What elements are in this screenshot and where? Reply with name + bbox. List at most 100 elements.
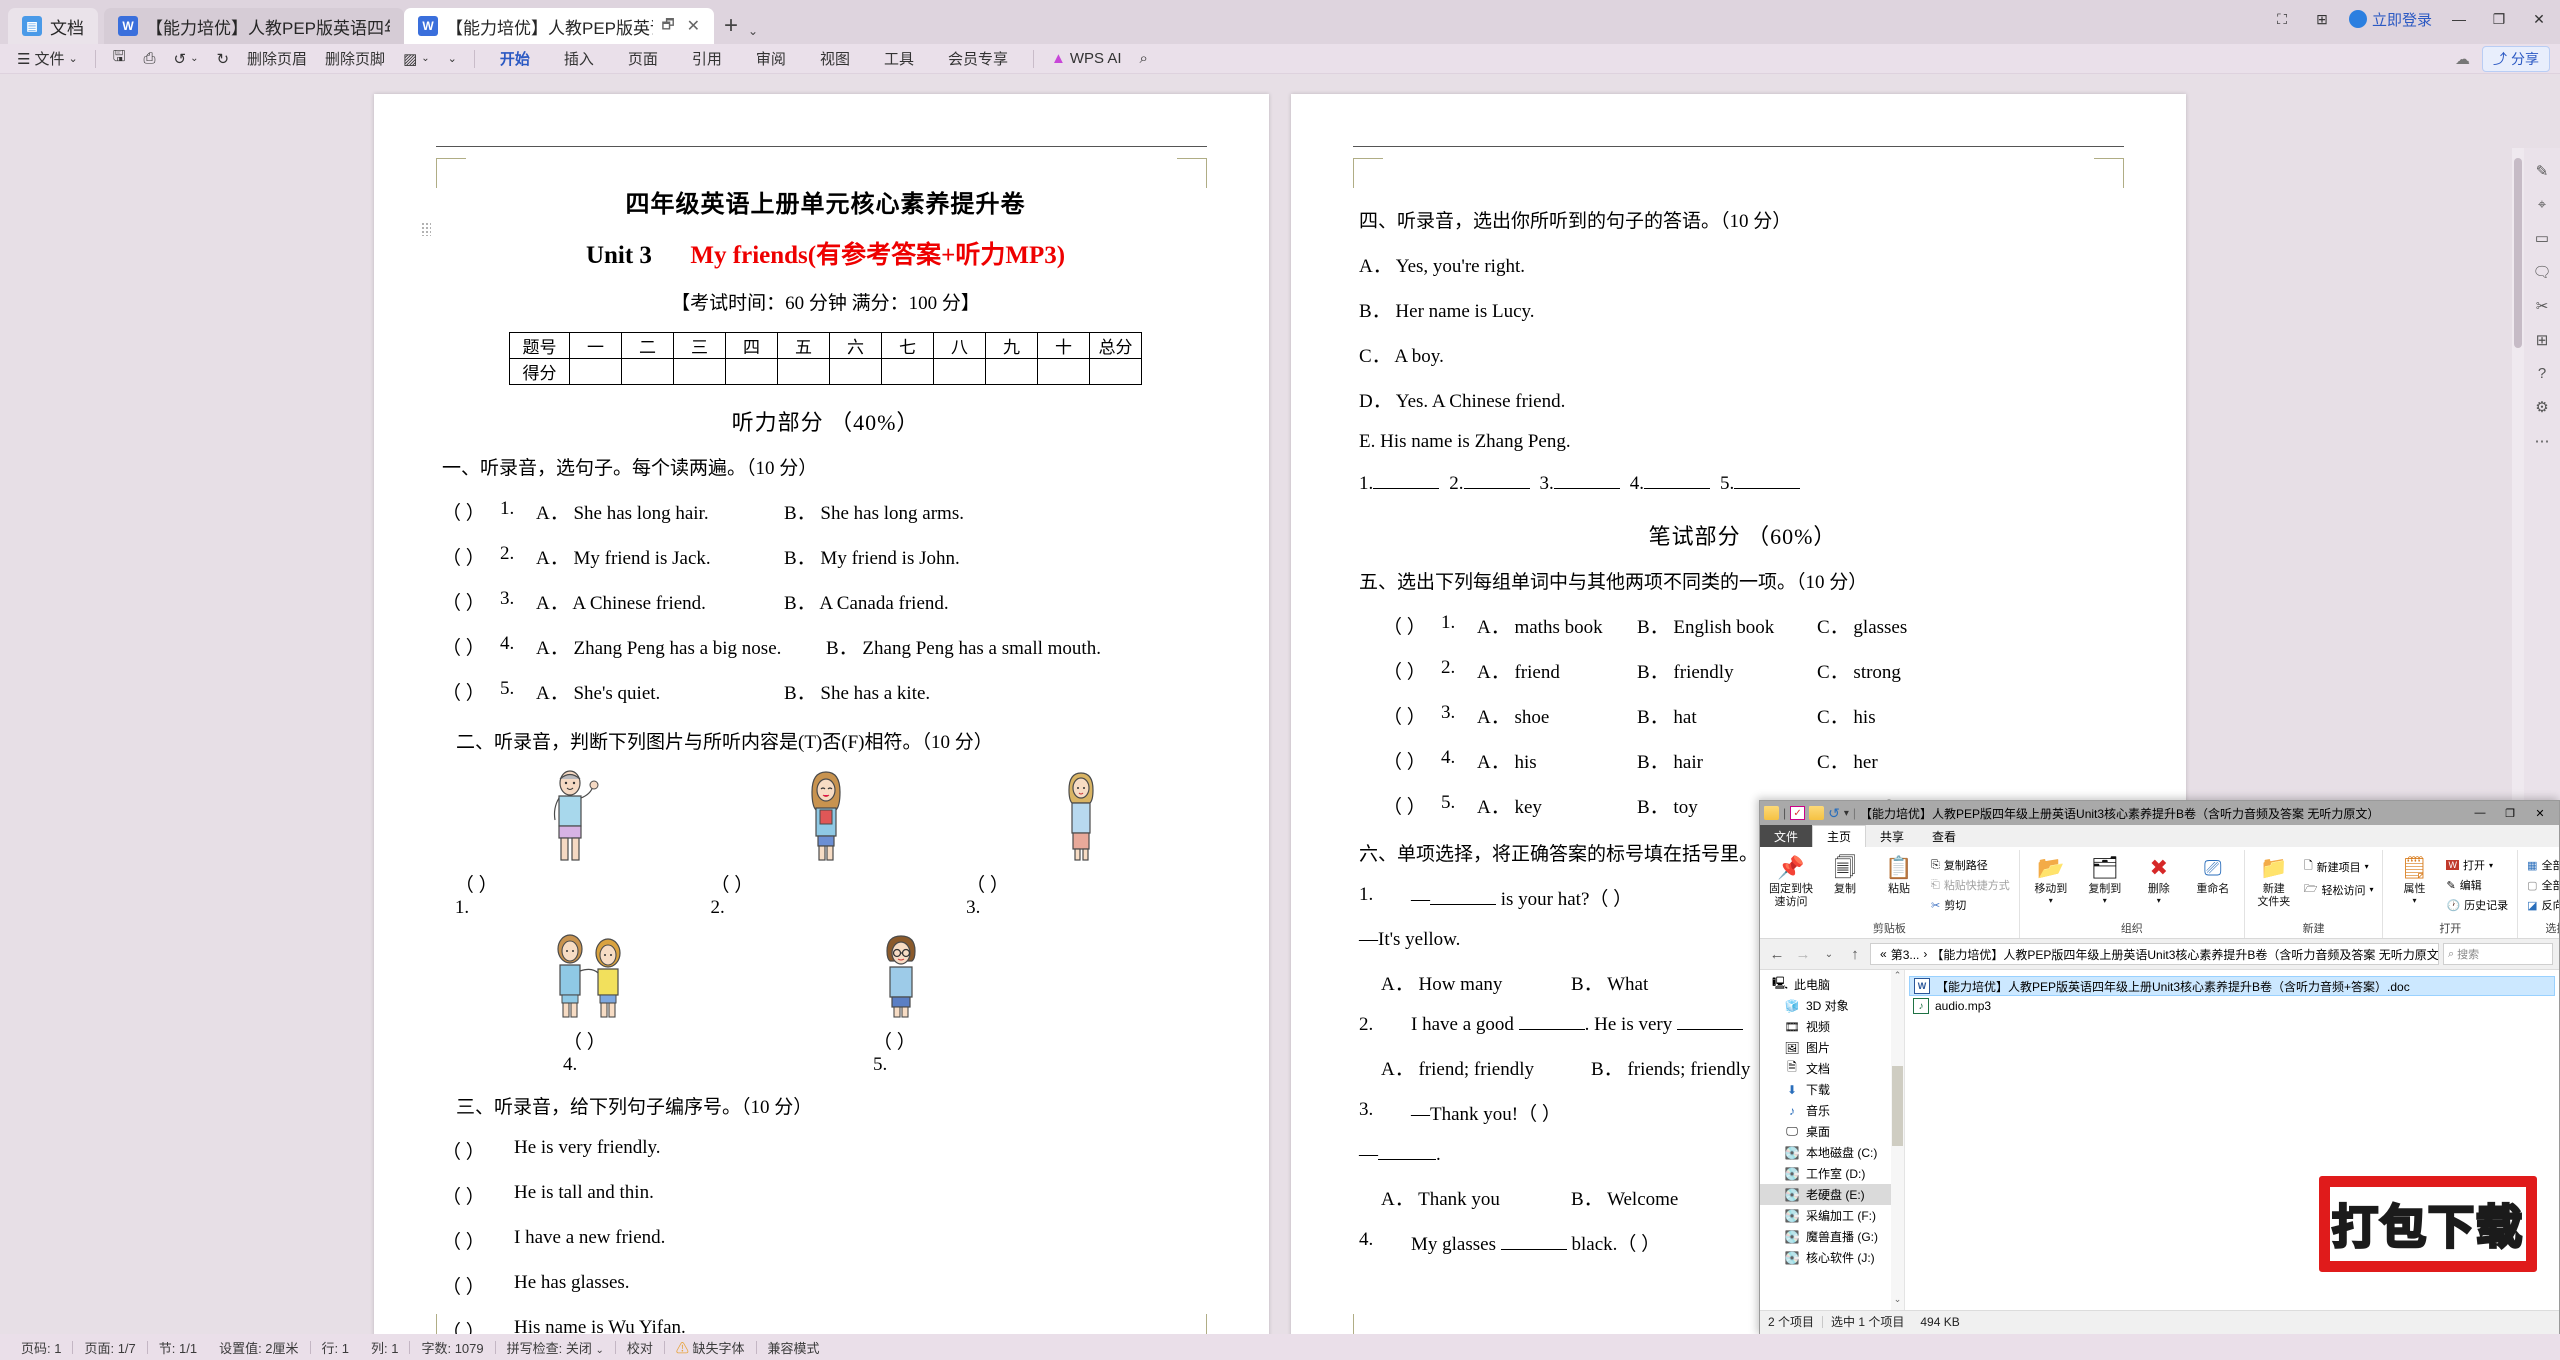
document-page-1[interactable]: 四年级英语上册单元核心素养提升卷 Unit 3 My friends(有参考答案… [374,94,1269,1334]
scissors-icon[interactable]: ✂ [2536,297,2549,315]
scrollbar-thumb[interactable] [2514,158,2522,348]
spell-check-toggle[interactable]: 拼写检查: 关闭 ⌄ [496,1338,615,1357]
save-button[interactable]: 🖫 [106,44,133,73]
nav-item-3d-objects[interactable]: 🧊 3D 对象 [1760,995,1904,1016]
tab-reference[interactable]: 引用 [677,45,737,72]
delete-footer-button[interactable]: 删除页脚 [318,46,392,71]
nav-item-drive-f[interactable]: 💽 采编加工 (F:) [1760,1205,1904,1226]
help-icon[interactable]: ? [2538,365,2546,382]
undo-button[interactable]: ↺ ⌄ [166,48,205,70]
blank-line[interactable] [1644,488,1710,489]
tab-share[interactable]: 共享 [1866,825,1918,847]
tab-view[interactable]: 查看 [1918,825,1970,847]
print-button[interactable]: ⎙ [136,48,162,69]
tab-doc-2[interactable]: W 【能力培优】人教PEP版英语四 🗗 ✕ [404,8,714,44]
settings-icon[interactable]: ⚙ [2535,398,2548,416]
copy-to-button[interactable]: 🗂 复制到 ▾ [2079,853,2131,907]
chevron-down-icon[interactable]: ▾ [1844,808,1849,819]
shapes-icon[interactable]: ▭ [2535,229,2549,247]
nav-item-downloads[interactable]: ⬇ 下载 [1760,1079,1904,1100]
invert-selection-button[interactable]: ◪反向选择 [2523,895,2559,915]
new-tab-button[interactable]: + [714,12,748,44]
more-icon[interactable]: ⋯ [2535,432,2550,450]
recent-locations-button[interactable]: ⌄ [1818,949,1840,960]
missing-font-warning[interactable]: ⚠ 缺失字体 [665,1338,756,1357]
nav-item-drive-j[interactable]: 💽 核心软件 (J:) [1760,1247,1904,1268]
blank-line[interactable] [1553,488,1620,489]
more-quick-button[interactable]: ⌄ [441,50,464,67]
blank-line[interactable] [1430,904,1496,905]
select-all-button[interactable]: ▦全部选择 [2523,855,2559,875]
tab-page[interactable]: 页面 [613,45,673,72]
new-folder-icon[interactable] [1809,806,1825,820]
up-button[interactable]: ↑ [1844,946,1866,963]
search-input[interactable]: ⌕ 搜索 [2443,943,2553,965]
proofread-button[interactable]: 校对 [616,1338,664,1357]
nav-item-desktop[interactable]: 🖵 桌面 [1760,1121,1904,1142]
select-none-button[interactable]: ▢全部取消 [2523,875,2559,895]
cloud-icon[interactable]: ☁ [2455,50,2470,68]
nav-item-drive-g[interactable]: 💽 魔兽直播 (G:) [1760,1226,1904,1247]
scrollbar-thumb[interactable] [1892,1066,1903,1146]
file-explorer-window[interactable]: | ✓ ↺ ▾ | 【能力培优】人教PEP版四年级上册英语Unit3核心素养提升… [1759,800,2560,1336]
file-menu-button[interactable]: ☰ 文件 ⌄ [10,46,85,71]
tab-doc-1[interactable]: W 【能力培优】人教PEP版英语四年级上 [104,8,404,44]
new-folder-button[interactable]: 📁 新建 文件夹 [2250,853,2298,910]
delete-button[interactable]: ✖ 删除 ▾ [2133,853,2185,907]
comment-icon[interactable]: 🗨 [2532,263,2551,281]
layout-icon[interactable]: ⊞ [2309,6,2335,32]
new-item-button[interactable]: 🗋 新建项目 ▾ [2300,855,2378,878]
scroll-up-icon[interactable]: ⌃ [1891,970,1904,986]
pin-to-quick-access-button[interactable]: 📌 固定到快 速访问 [1765,853,1817,910]
nav-item-videos[interactable]: 🎞 视频 [1760,1016,1904,1037]
tab-restore-icon[interactable]: 🗗 [661,14,674,38]
restore-button[interactable]: ❐ [2486,6,2512,32]
blank-line[interactable] [1463,488,1530,489]
tab-close-icon[interactable]: ✕ [687,16,700,36]
nav-item-drive-d[interactable]: 💽 工作室 (D:) [1760,1163,1904,1184]
copy-path-button[interactable]: ⎘ 复制路径 [1927,855,2014,875]
redo-button[interactable]: ↻ [209,48,236,70]
copy-button[interactable]: 🗐 复制 [1819,853,1871,898]
nav-item-music[interactable]: ♪ 音乐 [1760,1100,1904,1121]
highlight-button[interactable]: ▨ ⌄ [396,48,437,70]
login-button[interactable]: 立即登录 [2348,9,2432,30]
tab-review[interactable]: 审阅 [741,45,801,72]
explorer-title-bar[interactable]: | ✓ ↺ ▾ | 【能力培优】人教PEP版四年级上册英语Unit3核心素养提升… [1760,801,2559,825]
properties-icon[interactable]: ✓ [1790,806,1806,820]
tab-view[interactable]: 视图 [805,45,865,72]
close-button[interactable]: ✕ [2525,802,2555,824]
cut-button[interactable]: ✂ 剪切 [1927,895,2014,915]
move-to-button[interactable]: 📂 移动到 ▾ [2025,853,2077,907]
tab-list-chevron-icon[interactable]: ⌄ [748,24,758,44]
back-button[interactable]: ← [1766,946,1788,963]
nav-item-documents[interactable]: 🗎 文档 [1760,1058,1904,1079]
scroll-down-icon[interactable]: ⌄ [1891,1294,1904,1310]
blank-line[interactable] [1518,1029,1585,1030]
address-breadcrumb[interactable]: « 第3... › 【能力培优】人教PEP版四年级上册英语Unit3核心素养提升… [1870,943,2439,965]
tab-insert[interactable]: 插入 [549,45,609,72]
nav-scrollbar[interactable]: ⌃ ⌄ [1891,970,1904,1310]
tab-start[interactable]: 开始 [485,45,545,76]
table-icon[interactable]: ⊞ [2536,331,2549,349]
blank-line[interactable] [1378,1159,1436,1160]
pen-icon[interactable]: ✎ [2536,162,2549,180]
minimize-button[interactable]: — [2446,6,2472,32]
blank-line[interactable] [1676,1029,1743,1030]
list-item[interactable]: 【能力培优】人教PEP版英语四年级上册Unit3核心素养提升B卷（含听力音频+答… [1909,976,2555,996]
properties-button[interactable]: 🗒 属性 ▾ [2388,853,2440,907]
fullscreen-icon[interactable]: ⛶ [2269,6,2295,32]
paste-shortcut-button[interactable]: ⎗ 粘贴快捷方式 [1927,875,2014,895]
history-button[interactable]: 🕐 历史记录 [2442,895,2512,915]
blank-line[interactable] [1373,488,1440,489]
tab-home[interactable]: 主页 [1812,825,1867,847]
explorer-navigation-pane[interactable]: 🖳 此电脑 🧊 3D 对象 🎞 视频 🖼 图片 🗎 文档 ⬇ 下载 ♪ 音乐 🖵 桌面 💽 本地磁… [1760,970,1905,1310]
nav-item-drive-e[interactable]: 💽 老硬盘 (E:) [1760,1184,1904,1205]
tab-file[interactable]: 文件 [1760,825,1813,847]
blank-line[interactable] [1500,1249,1567,1250]
wps-ai-button[interactable]: ▲ WPS AI [1044,48,1129,69]
breadcrumb-item[interactable]: 第3... [1891,946,1920,963]
list-item[interactable]: audio.mp3 [1909,996,2555,1016]
tab-member[interactable]: 会员专享 [933,45,1023,72]
nav-item-pictures[interactable]: 🖼 图片 [1760,1037,1904,1058]
